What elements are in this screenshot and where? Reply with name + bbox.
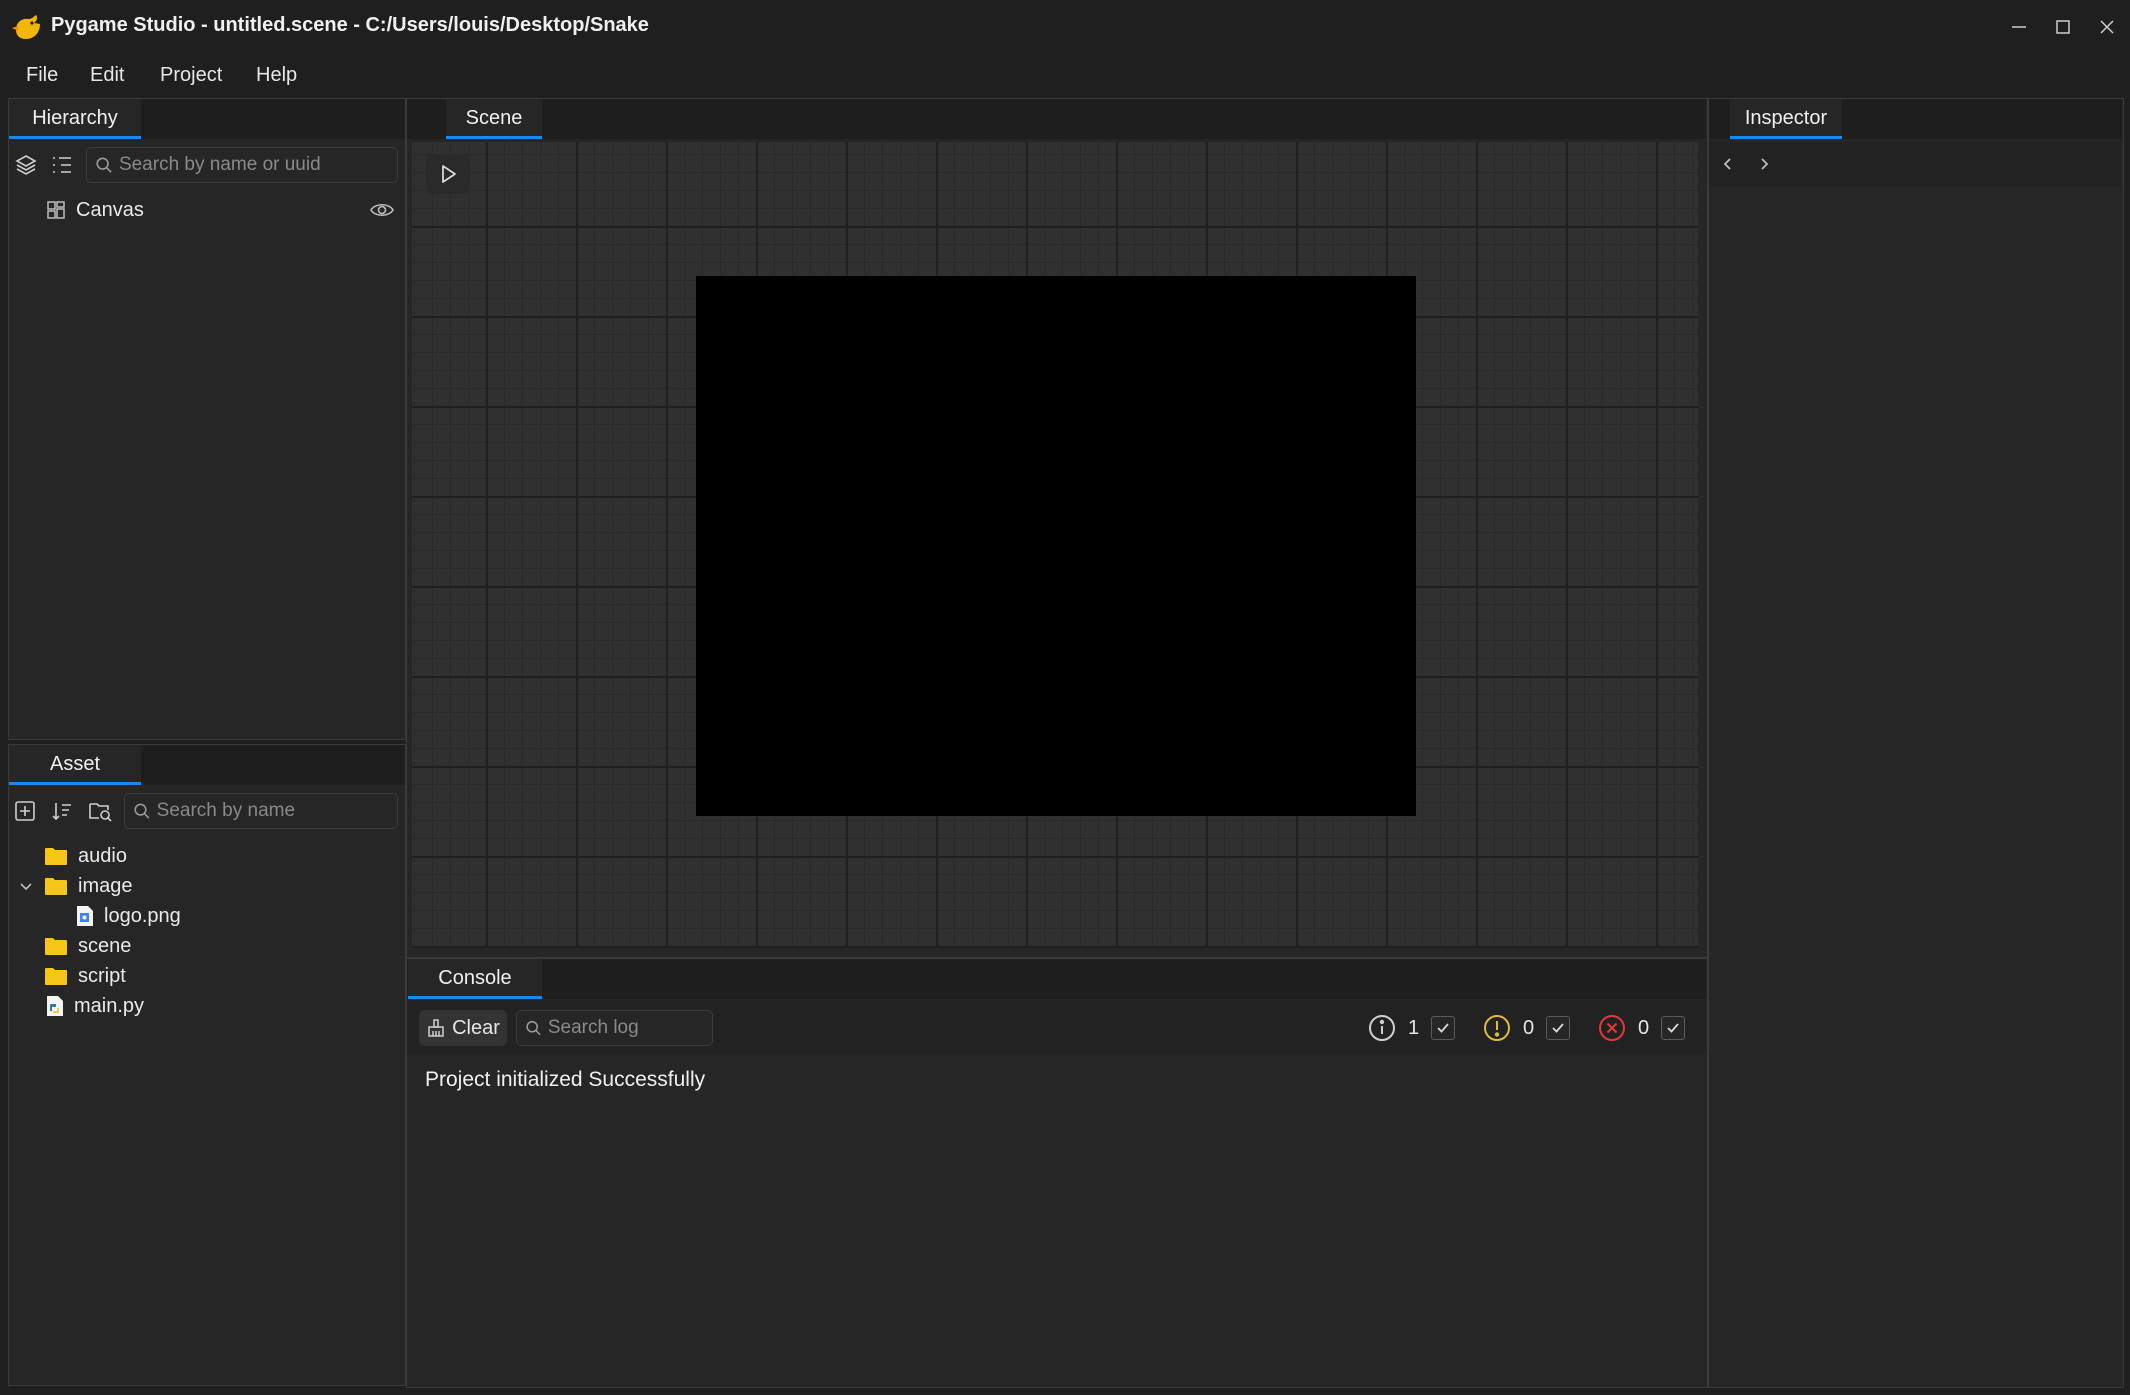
maximize-button[interactable]	[2040, 8, 2086, 46]
asset-item-label: audio	[78, 844, 127, 867]
visibility-toggle[interactable]	[368, 196, 396, 224]
warning-counter: 0	[1483, 1014, 1571, 1042]
inspector-back-button[interactable]	[1714, 150, 1742, 178]
app-logo-icon	[10, 12, 44, 42]
hierarchy-item-canvas[interactable]: Canvas	[46, 195, 144, 225]
list-view-button[interactable]	[48, 151, 76, 179]
layers-button[interactable]	[12, 151, 40, 179]
search-icon	[134, 803, 150, 819]
close-button[interactable]	[2084, 8, 2130, 46]
add-asset-button[interactable]	[11, 797, 39, 825]
console-search-field[interactable]	[547, 1017, 712, 1039]
error-count: 0	[1638, 1016, 1650, 1039]
minimize-icon	[2012, 26, 2026, 28]
play-button[interactable]	[426, 154, 470, 194]
python-file-icon	[47, 996, 63, 1016]
sort-icon	[52, 803, 71, 821]
list-tree-icon	[53, 157, 71, 173]
asset-search-input[interactable]	[124, 793, 398, 829]
asset-item-logo-png[interactable]: logo.png	[76, 901, 181, 931]
locate-folder-button[interactable]	[86, 797, 114, 825]
folder-icon	[45, 848, 67, 865]
minimize-button[interactable]	[1996, 8, 2042, 46]
maximize-icon	[2056, 20, 2070, 34]
asset-item-image[interactable]: image	[44, 871, 132, 901]
asset-item-label: scene	[78, 934, 132, 957]
menu-edit[interactable]: Edit	[82, 60, 132, 91]
asset-item-label: script	[78, 964, 126, 987]
menu-project[interactable]: Project	[152, 60, 230, 91]
asset-item-label: logo.png	[104, 904, 181, 927]
hierarchy-search-input[interactable]	[86, 147, 398, 183]
asset-item-audio[interactable]: audio	[44, 841, 127, 871]
asset-item-main-py[interactable]: main.py	[46, 991, 144, 1021]
chevron-right-icon	[1761, 158, 1769, 170]
asset-item-scene[interactable]: scene	[44, 931, 131, 961]
folder-search-icon	[89, 803, 112, 822]
inspector-forward-button[interactable]	[1750, 150, 1778, 178]
warning-count: 0	[1523, 1016, 1535, 1039]
error-filter-checkbox[interactable]	[1661, 1016, 1686, 1040]
expand-toggle-image[interactable]	[12, 872, 40, 900]
info-counter: 1	[1368, 1014, 1456, 1042]
hierarchy-item-label: Canvas	[76, 198, 144, 221]
chevron-left-icon	[1723, 158, 1731, 170]
clear-button-label: Clear	[452, 1016, 500, 1039]
tab-console[interactable]: Console	[408, 959, 542, 999]
game-canvas[interactable]	[696, 276, 1416, 816]
asset-item-script[interactable]: script	[44, 961, 126, 991]
broom-icon	[428, 1019, 444, 1037]
window-title: Pygame Studio - untitled.scene - C:/User…	[51, 14, 649, 36]
search-icon	[526, 1020, 541, 1036]
asset-item-label: image	[78, 874, 133, 897]
clear-button[interactable]: Clear	[419, 1010, 507, 1046]
info-filter-checkbox[interactable]	[1431, 1016, 1456, 1040]
canvas-grid-icon	[47, 201, 65, 219]
console-tabstrip	[407, 959, 1706, 999]
info-icon	[1369, 1015, 1395, 1041]
checkmark-icon	[1667, 1023, 1679, 1033]
sort-button[interactable]	[48, 797, 76, 825]
image-file-icon	[77, 906, 93, 926]
checkmark-icon	[1437, 1023, 1449, 1033]
error-counter: 0	[1598, 1014, 1686, 1042]
warning-filter-checkbox[interactable]	[1546, 1016, 1571, 1040]
menu-bar: File Edit Project Help	[0, 54, 2130, 96]
layers-icon	[15, 155, 37, 175]
asset-item-label: main.py	[74, 994, 145, 1017]
log-entry: Project initialized Successfully	[425, 1068, 706, 1091]
folder-icon	[45, 878, 67, 895]
menu-file[interactable]: File	[18, 60, 66, 91]
hierarchy-search-field[interactable]	[118, 154, 397, 176]
folder-icon	[45, 968, 67, 985]
folder-icon	[45, 938, 67, 955]
close-icon	[2100, 20, 2114, 34]
menu-help[interactable]: Help	[248, 60, 305, 91]
eye-icon	[370, 203, 394, 217]
warning-icon	[1484, 1015, 1510, 1041]
tab-inspector[interactable]: Inspector	[1730, 99, 1842, 139]
console-search-input[interactable]	[516, 1010, 713, 1046]
tab-hierarchy[interactable]: Hierarchy	[9, 99, 141, 139]
error-icon	[1599, 1015, 1625, 1041]
inspector-panel	[1708, 98, 2124, 1388]
checkmark-icon	[1552, 1023, 1564, 1033]
chevron-down-icon	[20, 883, 32, 891]
scene-tabstrip	[407, 99, 1706, 139]
add-square-icon	[15, 801, 35, 821]
info-count: 1	[1408, 1016, 1420, 1039]
search-icon	[96, 157, 112, 173]
tab-asset[interactable]: Asset	[9, 745, 141, 785]
asset-search-field[interactable]	[156, 800, 397, 822]
tab-scene[interactable]: Scene	[446, 99, 542, 139]
play-icon	[442, 165, 456, 183]
